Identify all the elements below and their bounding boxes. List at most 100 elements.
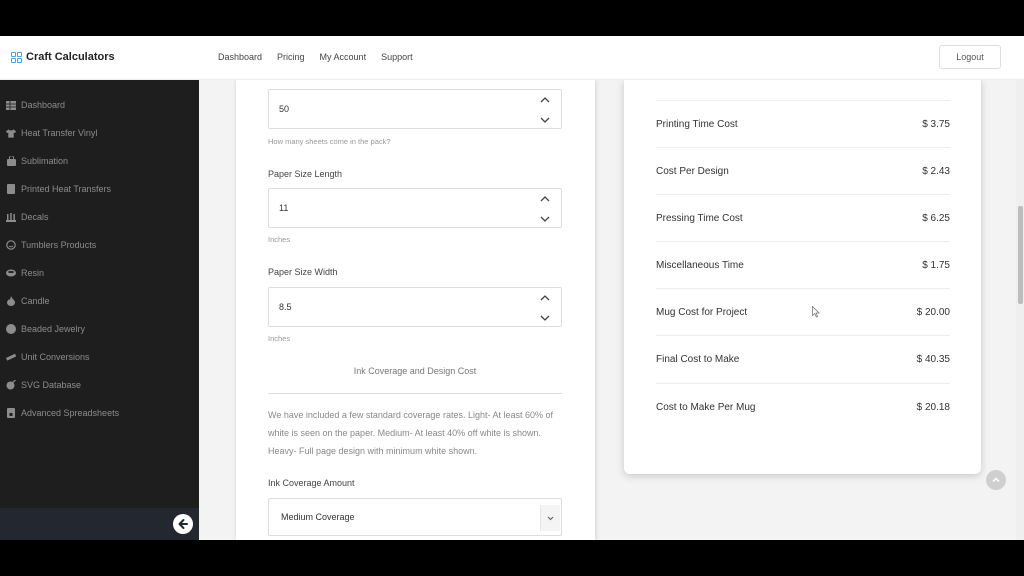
nav-support[interactable]: Support (381, 52, 413, 62)
sidebar-item-unit-conversions[interactable]: Unit Conversions (6, 352, 90, 362)
sidebar-item-label: Beaded Jewelry (21, 324, 86, 334)
nav-pricing[interactable]: Pricing (277, 52, 305, 62)
sidebar-item-label: Printed Heat Transfers (21, 184, 112, 194)
sidebar-item-label: SVG Database (21, 380, 82, 390)
result-amount: $ 20.18 (916, 402, 950, 413)
paper-length-input[interactable]: 11 (268, 188, 562, 228)
sidebar-item-label: Candle (21, 296, 50, 306)
sidebar-item-label: Sublimation (21, 156, 69, 166)
sidebar-item-label: Decals (21, 212, 49, 222)
sidebar-item-candle[interactable]: Candle (6, 296, 50, 306)
page-scrollbar[interactable] (1016, 80, 1024, 540)
result-label: Pressing Time Cost (656, 213, 743, 224)
result-amount: $ 1.75 (922, 260, 950, 271)
sidebar-item-label: Unit Conversions (21, 352, 90, 362)
result-row: Mug Cost for Project $ 20.00 (656, 288, 950, 335)
chevron-down-icon[interactable] (539, 312, 551, 324)
logout-button[interactable]: Logout (939, 45, 1001, 69)
sidebar-item-label: Advanced Spreadsheets (21, 408, 120, 418)
bead-icon (6, 324, 16, 334)
top-nav: Dashboard Pricing My Account Support (218, 52, 413, 62)
ink-coverage-label: Ink Coverage Amount (268, 478, 355, 488)
result-label: Printing Time Cost (656, 119, 738, 130)
sidebar-item-label: Heat Transfer Vinyl (21, 128, 98, 138)
result-label: Miscellaneous Time (656, 260, 744, 271)
tshirt-icon (6, 128, 16, 138)
brand-logo[interactable]: Craft Calculators (11, 51, 115, 63)
result-amount: $ 2.43 (922, 166, 950, 177)
ruler-icon (6, 352, 16, 362)
sidebar-item-advanced-spreadsheets[interactable]: Advanced Spreadsheets (6, 408, 119, 418)
mouse-cursor-icon (812, 306, 820, 318)
sidebar-item-label: Tumblers Products (21, 240, 97, 250)
sidebar: Dashboard Heat Transfer Vinyl Sublimatio… (0, 80, 199, 540)
letterbox-top (0, 0, 1024, 36)
chevron-up-icon[interactable] (539, 193, 551, 205)
ink-coverage-selected: Medium Coverage (281, 512, 355, 522)
scroll-to-top-button[interactable] (986, 470, 1006, 490)
sidebar-item-label: Resin (21, 268, 45, 278)
sidebar-footer (0, 508, 199, 540)
result-row: Pressing Time Cost $ 6.25 (656, 194, 950, 241)
sheets-per-pack-help: How many sheets come in the pack? (268, 137, 391, 146)
chevron-down-icon (547, 516, 554, 520)
result-label: Mug Cost for Project (656, 307, 748, 318)
document-icon (6, 184, 16, 194)
paper-width-label: Paper Size Width (268, 267, 338, 277)
calculator-form-card: 50 How many sheets come in the pack? Pap… (236, 80, 595, 540)
result-row: Miscellaneous Time $ 1.75 (656, 241, 950, 288)
nav-my-account[interactable]: My Account (320, 52, 367, 62)
sidebar-item-beaded-jewelry[interactable]: Beaded Jewelry (6, 324, 85, 334)
result-label: Final Cost to Make (656, 354, 740, 365)
chevron-down-icon[interactable] (539, 213, 551, 225)
result-row: Printing Time Cost $ 3.75 (656, 100, 950, 147)
result-row: Cost to Make Per Mug $ 20.18 (656, 383, 950, 430)
sidebar-item-sublimation[interactable]: Sublimation (6, 156, 68, 166)
sidebar-item-label: Dashboard (21, 100, 66, 110)
chevron-up-icon (992, 477, 1000, 483)
sidebar-item-svg-database[interactable]: SVG Database (6, 380, 81, 390)
result-amount: $ 3.75 (922, 119, 950, 130)
sheets-per-pack-input[interactable]: 50 (268, 89, 562, 129)
tumbler-icon (6, 240, 16, 250)
select-arrow[interactable] (540, 505, 560, 531)
sidebar-item-resin[interactable]: Resin (6, 268, 44, 278)
paper-length-label: Paper Size Length (268, 169, 343, 179)
ink-coverage-select[interactable]: Medium Coverage (268, 498, 562, 536)
sidebar-item-tumblers-products[interactable]: Tumblers Products (6, 240, 96, 250)
chevron-down-icon[interactable] (539, 114, 551, 126)
app-window: Craft Calculators Dashboard Pricing My A… (0, 36, 1024, 540)
sidebar-item-heat-transfer-vinyl[interactable]: Heat Transfer Vinyl (6, 128, 97, 138)
bag-icon (6, 156, 16, 166)
sidebar-item-decals[interactable]: Decals (6, 212, 49, 222)
results-card: Printing Time Cost $ 3.75 Cost Per Desig… (624, 80, 981, 474)
brand-name: Craft Calculators (26, 51, 115, 63)
chevron-up-icon[interactable] (539, 94, 551, 106)
result-amount: $ 6.25 (922, 213, 950, 224)
paper-width-input[interactable]: 8.5 (268, 287, 562, 327)
result-amount: $ 40.35 (916, 354, 950, 365)
arrow-left-circle-icon (178, 519, 188, 529)
result-label: Cost to Make Per Mug (656, 402, 756, 413)
coverage-description: We have included a few standard coverage… (268, 410, 554, 456)
paper-width-help: Inches (268, 334, 291, 343)
sheets-per-pack-value: 50 (279, 104, 290, 114)
svg-icon (6, 380, 16, 390)
sidebar-item-printed-heat-transfers[interactable]: Printed Heat Transfers (6, 184, 111, 194)
collapse-sidebar-button[interactable] (173, 514, 193, 534)
paper-length-help: Inches (268, 235, 291, 244)
chevron-up-icon[interactable] (539, 292, 551, 304)
result-row: Cost Per Design $ 2.43 (656, 147, 950, 194)
result-label: Cost Per Design (656, 166, 729, 177)
page-scrollbar-thumb[interactable] (1018, 206, 1023, 304)
top-header: Craft Calculators Dashboard Pricing My A… (0, 36, 1024, 80)
section-divider (268, 393, 562, 394)
resin-icon (6, 268, 16, 278)
dashboard-icon (6, 100, 16, 110)
paper-length-value: 11 (279, 203, 289, 213)
flame-icon (6, 296, 16, 306)
spreadsheet-icon (6, 408, 16, 418)
nav-dashboard[interactable]: Dashboard (218, 52, 262, 62)
decals-icon (6, 212, 16, 222)
sidebar-item-dashboard[interactable]: Dashboard (6, 100, 65, 110)
